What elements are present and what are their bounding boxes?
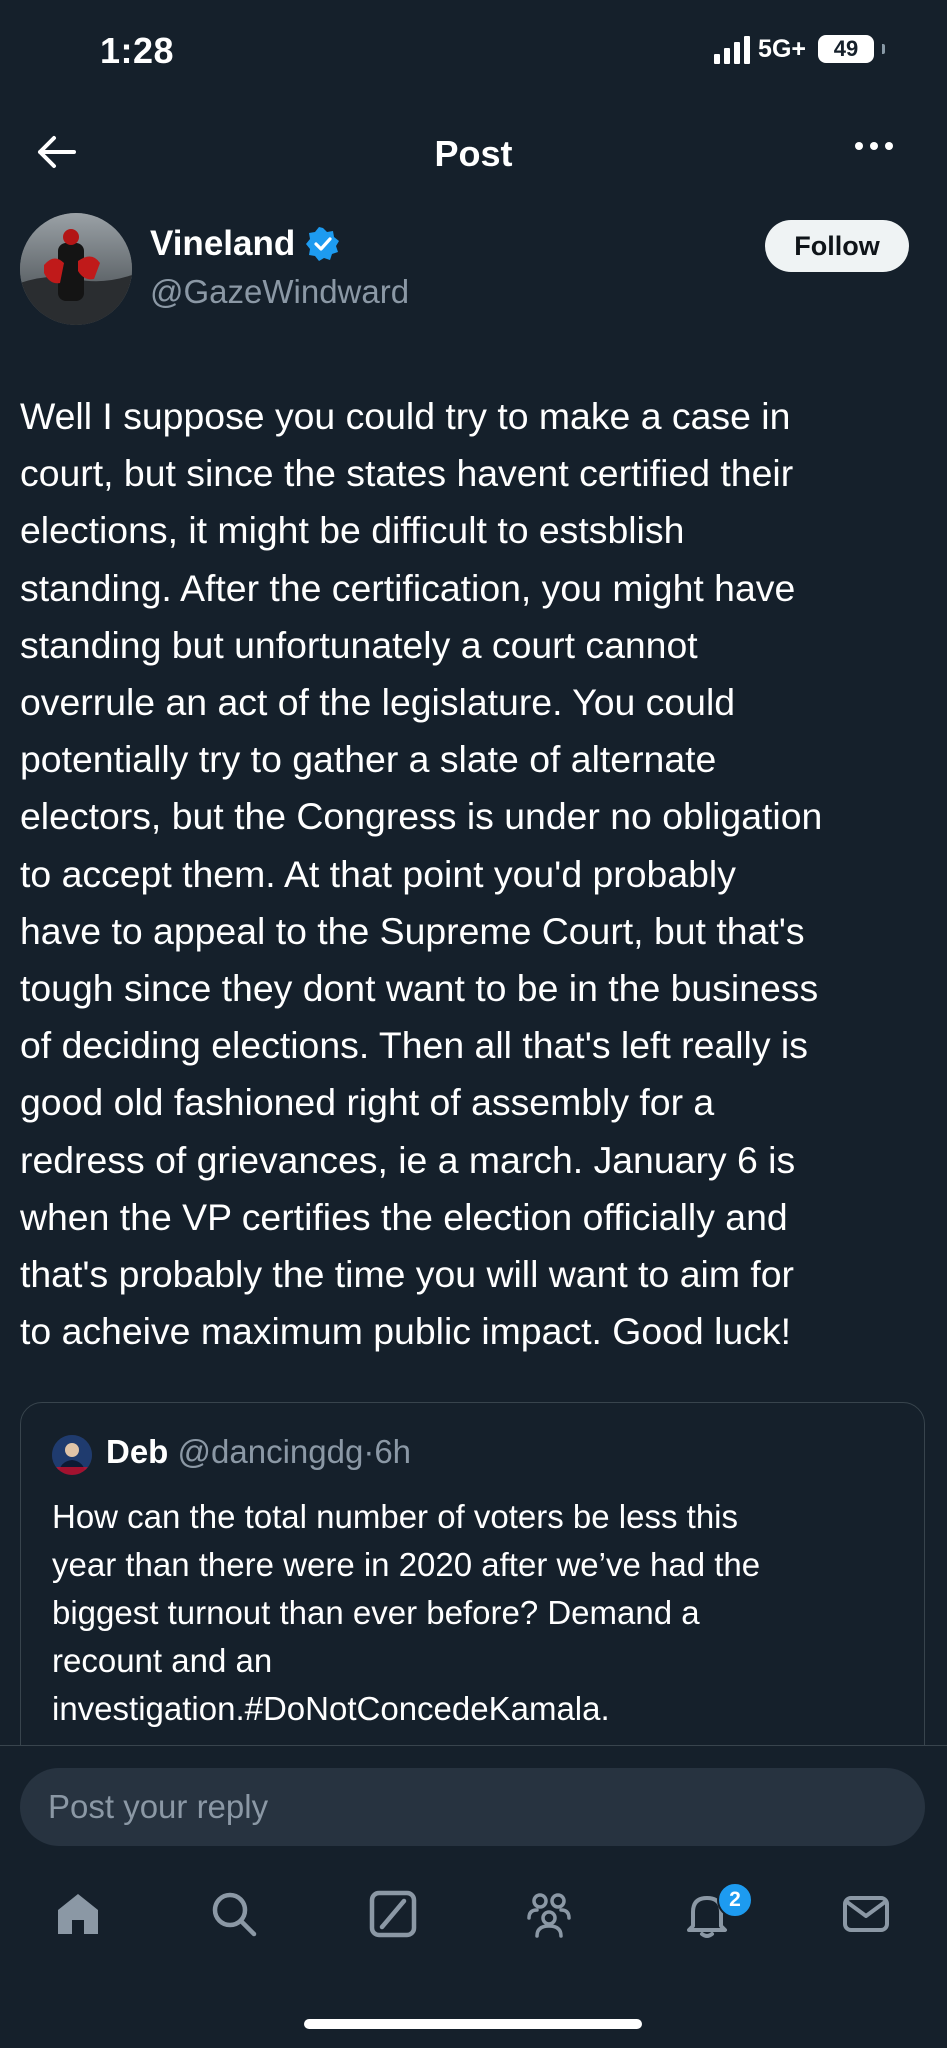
post-text-line: Well I suppose you could try to make a c… [20, 395, 791, 437]
post-text-line: of deciding elections. Then all that's l… [20, 1024, 808, 1067]
status-indicators: 5G+ 49 [714, 34, 885, 64]
quoted-avatar [52, 1435, 92, 1475]
quoted-timestamp: 6h [374, 1433, 412, 1470]
communities-icon[interactable] [523, 1888, 575, 1940]
verified-badge-icon [305, 226, 341, 262]
post-text-line: standing but unfortunately a court canno… [20, 623, 698, 666]
post-text-line: tough since they dont want to be in the … [20, 967, 819, 1010]
post-text-line: to acheive maximum public impact. Good l… [20, 1310, 791, 1353]
quoted-text-line: biggest turnout than ever before? Demand… [52, 1594, 700, 1631]
network-type: 5G+ [758, 34, 806, 63]
post-text-line: overrule an act of the legislature. You … [20, 681, 736, 724]
post-text-line: to accept them. At that point you'd prob… [20, 852, 736, 895]
quoted-header: Deb @dancingdg·6h [106, 1433, 411, 1471]
more-horizontal-icon[interactable] [855, 142, 893, 150]
quoted-text-line: How can the total number of voters be le… [52, 1498, 739, 1535]
messages-icon[interactable] [840, 1888, 892, 1940]
post-text-line: elections, it might be difficult to ests… [20, 509, 685, 552]
reply-input[interactable]: Post your reply [20, 1768, 925, 1846]
battery-icon: 49 [818, 35, 874, 63]
home-icon[interactable] [52, 1888, 104, 1940]
quoted-text-line: year than there were in 2020 after we’ve… [52, 1546, 761, 1583]
author-name[interactable]: Vineland [150, 224, 341, 264]
post-text-line: have to appeal to the Supreme Court, but… [20, 909, 805, 952]
avatar[interactable] [20, 213, 132, 325]
quoted-text: How can the total number of voters be le… [52, 1493, 912, 1733]
page-title: Post [434, 133, 513, 174]
post-text: Well I suppose you could try to make a c… [20, 388, 940, 1360]
quoted-author-name: Deb [106, 1433, 169, 1470]
notification-count-badge: 2 [717, 1882, 753, 1918]
post-text-line: that's probably the time you will want t… [20, 1253, 794, 1296]
home-indicator[interactable] [304, 2019, 642, 2029]
post-text-line: potentially try to gather a slate of alt… [20, 738, 717, 781]
post-text-line: when the VP certifies the election offic… [20, 1195, 788, 1238]
quoted-text-line: recount and an [52, 1642, 273, 1679]
quoted-separator: · [363, 1433, 375, 1470]
post-text-line: standing. After the certification, you m… [20, 566, 796, 609]
post-text-line: electors, but the Congress is under no o… [20, 795, 823, 838]
post-text-line: good old fashioned right of assembly for… [20, 1081, 715, 1124]
author-handle[interactable]: @GazeWindward [150, 273, 409, 311]
battery-cap [882, 44, 885, 54]
quoted-text-line: investigation.#DoNotConcedeKamala. [52, 1690, 610, 1727]
post-text-line: court, but since the states havent certi… [20, 452, 794, 495]
search-icon[interactable] [208, 1888, 260, 1940]
follow-button[interactable]: Follow [765, 220, 909, 272]
post-text-line: redress of grievances, ie a march. Janua… [20, 1138, 796, 1181]
quoted-author-handle: @dancingdg [177, 1433, 364, 1470]
grok-icon[interactable] [367, 1888, 419, 1940]
author-name-text: Vineland [150, 224, 296, 263]
signal-icon [714, 34, 751, 64]
status-time: 1:28 [100, 30, 175, 71]
